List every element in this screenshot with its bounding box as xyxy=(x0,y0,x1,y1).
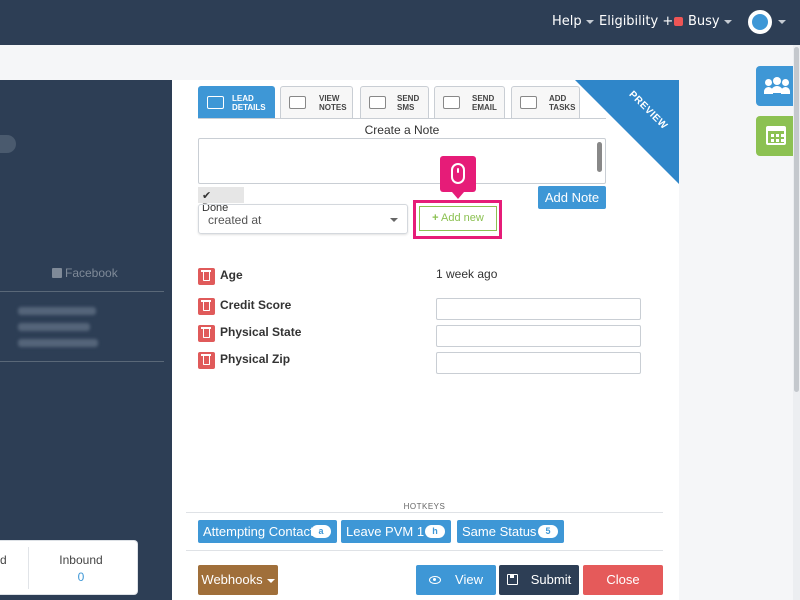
chevron-down-icon[interactable] xyxy=(778,20,786,24)
physical-zip-input[interactable] xyxy=(436,352,641,374)
delete-field-button[interactable] xyxy=(198,298,215,315)
create-note-title: Create a Note xyxy=(364,123,440,137)
chevron-down-icon xyxy=(585,19,594,24)
eye-icon xyxy=(429,576,442,584)
credit-score-input[interactable] xyxy=(436,298,641,320)
id-card-icon xyxy=(207,96,224,109)
close-button[interactable]: Close xyxy=(583,565,663,595)
hotkey-badge: h xyxy=(425,525,445,538)
field-label: Physical Zip xyxy=(220,352,291,366)
field-label: Credit Score xyxy=(220,298,292,312)
chevron-down-icon xyxy=(266,578,275,583)
notes-icon xyxy=(289,96,306,109)
physical-state-input[interactable] xyxy=(436,325,641,347)
calendar-icon xyxy=(766,126,786,145)
divider xyxy=(186,550,663,551)
field-value: 1 week ago xyxy=(436,267,498,281)
click-indicator xyxy=(440,156,476,199)
lead-panel: PREVIEW LEAD DETAILS VIEW NOTES SEND SMS SE… xyxy=(172,80,679,600)
divider xyxy=(28,547,29,589)
user-avatar[interactable] xyxy=(748,10,772,34)
status-label: Busy xyxy=(688,14,720,29)
tab-add-tasks[interactable]: ADD TASKS xyxy=(511,86,580,118)
chevron-down-icon xyxy=(390,218,398,222)
divider xyxy=(0,361,164,362)
blurred-text xyxy=(18,339,98,347)
avatar-fragment xyxy=(0,135,16,153)
hotkeys-title: HOTKEYS xyxy=(403,502,446,511)
trash-icon xyxy=(201,300,211,311)
webhooks-button[interactable]: Webhooks xyxy=(198,565,278,595)
done-indicator: ✔ Done xyxy=(198,187,244,214)
calendar-icon xyxy=(520,96,537,109)
divider xyxy=(186,512,663,513)
call-stats-card: d Inbound 0 xyxy=(0,540,138,595)
user-icon xyxy=(752,14,768,30)
add-note-button[interactable]: Add Note xyxy=(538,186,606,209)
hotkey-attempting-contact[interactable]: Attempting Contact a xyxy=(198,520,337,543)
trash-icon xyxy=(201,354,211,365)
chevron-down-icon xyxy=(723,19,732,24)
page-scrollbar[interactable] xyxy=(793,45,800,600)
tab-view-notes[interactable]: VIEW NOTES xyxy=(280,86,353,118)
divider xyxy=(0,291,164,292)
stat-label-partial: d xyxy=(0,553,7,567)
status-menu[interactable]: Busy xyxy=(674,14,732,29)
delete-field-button[interactable] xyxy=(198,352,215,369)
blurred-text xyxy=(18,323,90,331)
top-navbar: Help Eligibility + Busy xyxy=(0,0,800,45)
plus-icon: + xyxy=(662,14,674,29)
left-sidebar: Facebook xyxy=(0,80,172,600)
field-select[interactable]: created at xyxy=(198,204,408,234)
submit-button[interactable]: Submit xyxy=(499,565,579,595)
inbound-count[interactable]: 0 xyxy=(30,570,132,584)
eligibility-menu[interactable]: Eligibility + xyxy=(599,14,673,29)
facebook-icon xyxy=(52,268,62,278)
tab-underline xyxy=(198,118,606,119)
calendar-button[interactable] xyxy=(756,116,796,156)
trash-icon xyxy=(201,270,211,281)
tab-lead-details[interactable]: LEAD DETAILS xyxy=(198,86,275,118)
plus-icon: + xyxy=(432,212,439,224)
delete-field-button[interactable] xyxy=(198,325,215,342)
facebook-link[interactable]: Facebook xyxy=(52,266,118,280)
help-menu[interactable]: Help xyxy=(552,14,594,29)
add-new-button[interactable]: + Add new xyxy=(419,206,497,231)
chat-icon xyxy=(369,96,386,109)
trash-icon xyxy=(201,327,211,338)
help-label: Help xyxy=(552,14,582,29)
blurred-text xyxy=(18,307,96,315)
delete-field-button[interactable] xyxy=(198,268,215,285)
hotkey-badge: a xyxy=(311,525,331,538)
hotkey-same-status[interactable]: Same Status 5 xyxy=(457,520,564,543)
scrollbar-thumb[interactable] xyxy=(794,47,799,392)
hotkey-leave-pvm[interactable]: Leave PVM 1 h xyxy=(341,520,451,543)
textarea-scrollbar[interactable] xyxy=(597,142,602,172)
status-dot-icon xyxy=(674,17,683,26)
field-label: Age xyxy=(220,268,243,282)
eligibility-label: Eligibility xyxy=(599,14,659,29)
tab-send-email[interactable]: SEND EMAIL xyxy=(434,86,505,118)
save-icon xyxy=(506,574,518,585)
field-label: Physical State xyxy=(220,325,302,339)
view-button[interactable]: View xyxy=(416,565,496,595)
contacts-button[interactable] xyxy=(756,66,796,106)
users-icon xyxy=(764,77,790,95)
inbound-label: Inbound xyxy=(59,553,103,567)
note-textarea[interactable] xyxy=(198,138,606,184)
tab-send-sms[interactable]: SEND SMS xyxy=(360,86,429,118)
hotkey-badge: 5 xyxy=(538,525,558,538)
envelope-icon xyxy=(443,96,460,109)
mouse-icon xyxy=(451,163,465,184)
